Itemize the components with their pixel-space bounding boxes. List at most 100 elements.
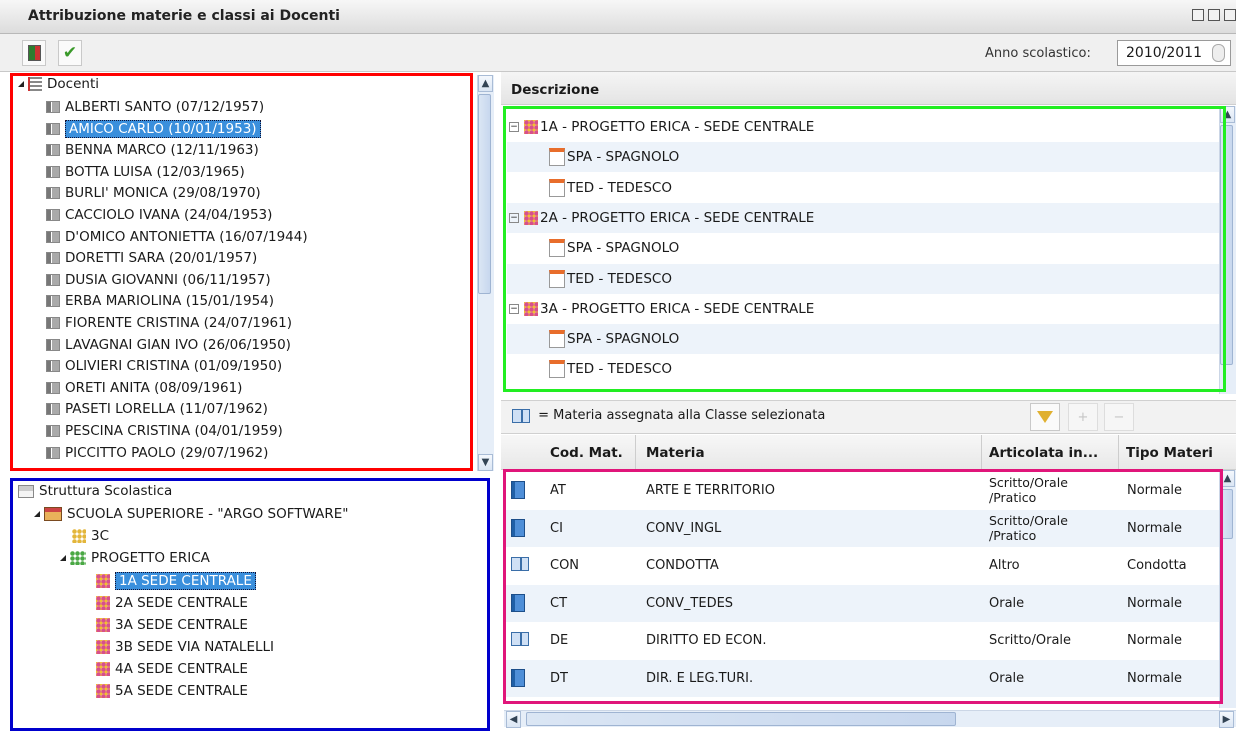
cell-cod-mat: CT — [550, 595, 568, 611]
cell-articolata: Scritto/Orale /Pratico — [989, 512, 1068, 543]
docenti-root[interactable]: Docenti — [18, 73, 99, 95]
docente-item[interactable]: PASETI LORELLA (11/07/1962) — [46, 398, 268, 420]
descrizione-materia-row[interactable]: TED - TEDESCO — [507, 354, 1219, 384]
docente-item[interactable]: DUSIA GIOVANNI (06/11/1957) — [46, 269, 271, 291]
table-row[interactable]: DT DIR. E LEG.TURI. Orale Normale — [505, 659, 1219, 697]
table-row[interactable]: CI CONV_INGL Scritto/Orale /Pratico Normale — [505, 509, 1219, 547]
docente-item[interactable]: ALBERTI SANTO (07/12/1957) — [46, 96, 264, 118]
scroll-thumb[interactable] — [526, 712, 956, 726]
docente-item[interactable]: ERBA MARIOLINA (15/01/1954) — [46, 290, 274, 312]
docenti-scrollbar[interactable]: ▲ ▼ — [477, 75, 494, 471]
docente-item[interactable]: BOTTA LUISA (12/03/1965) — [46, 161, 245, 183]
cell-cod-mat: CON — [550, 558, 580, 573]
collapse-icon[interactable] — [18, 81, 24, 87]
descrizione-group-row[interactable]: − 3A - PROGETTO ERICA - SEDE CENTRALE — [507, 294, 1219, 324]
grid-hscrollbar[interactable]: ◀ ▶ — [504, 710, 1236, 728]
docente-item[interactable]: D'OMICO ANTONIETTA (16/07/1944) — [46, 226, 308, 248]
docente-label: PASETI LORELLA (11/07/1962) — [65, 401, 268, 418]
descrizione-header[interactable]: Descrizione — [501, 72, 1236, 105]
docente-item[interactable]: PESCINA CRISTINA (04/01/1959) — [46, 420, 283, 442]
table-row[interactable]: DE DIRITTO ED ECON. Scritto/Orale Normale — [505, 622, 1219, 659]
scroll-up-icon[interactable]: ▲ — [1220, 106, 1235, 123]
descrizione-materia-row[interactable]: SPA - SPAGNOLO — [507, 324, 1219, 355]
anno-spinner-icon[interactable] — [1212, 44, 1225, 62]
docente-item[interactable]: PICCITTO PAOLO (29/07/1962) — [46, 442, 268, 464]
descrizione-group-row[interactable]: − 1A - PROGETTO ERICA - SEDE CENTRALE — [507, 112, 1219, 142]
docente-label: BOTTA LUISA (12/03/1965) — [65, 163, 245, 180]
docente-item[interactable]: OLIVIERI CRISTINA (01/09/1950) — [46, 355, 282, 377]
docente-item[interactable]: DORETTI SARA (20/01/1957) — [46, 247, 257, 269]
close-icon[interactable] — [1224, 9, 1236, 21]
descrizione-materia-row[interactable]: TED - TEDESCO — [507, 173, 1219, 203]
book-icon — [511, 631, 529, 646]
class-icon — [524, 301, 538, 316]
class-node-3c[interactable]: 3C — [72, 525, 109, 547]
scroll-left-icon[interactable]: ◀ — [506, 711, 521, 728]
person-card-icon — [46, 317, 60, 329]
descrizione-scrollbar[interactable]: ▲ — [1219, 106, 1236, 394]
scroll-up-icon[interactable]: ▲ — [1220, 470, 1235, 487]
col-materia[interactable]: Materia — [646, 445, 705, 461]
docente-item[interactable]: AMICO CARLO (10/01/1953) — [46, 118, 261, 140]
school-node[interactable]: SCUOLA SUPERIORE - "ARGO SOFTWARE" — [34, 503, 348, 525]
scroll-down-icon[interactable]: ▼ — [478, 454, 493, 471]
scroll-up-icon[interactable]: ▲ — [478, 75, 493, 92]
docente-item[interactable]: BENNA MARCO (12/11/1963) — [46, 139, 259, 161]
docente-item[interactable]: CACCIOLO IVANA (24/04/1953) — [46, 204, 272, 226]
cell-materia: CONV_TEDES — [646, 595, 734, 611]
scroll-thumb[interactable] — [1220, 489, 1233, 539]
collapse-icon[interactable] — [60, 555, 66, 561]
person-card-icon — [46, 425, 60, 437]
collapse-icon[interactable]: − — [509, 122, 519, 132]
class-node[interactable]: 3B SEDE VIA NATALELLI — [96, 636, 274, 658]
cell-materia: DIR. E LEG.TURI. — [646, 670, 754, 686]
descrizione-materia-row[interactable]: TED - TEDESCO — [507, 263, 1219, 294]
confirm-button[interactable]: ✔ — [58, 40, 82, 66]
col-articolata[interactable]: Articolata in... — [989, 445, 1098, 461]
subject-doc-icon — [549, 148, 565, 167]
cell-articolata: Scritto/Orale /Pratico — [989, 475, 1068, 505]
class-icon — [96, 640, 110, 654]
descrizione-materia-row[interactable]: SPA - SPAGNOLO — [507, 142, 1219, 173]
grid-scrollbar[interactable]: ▲ — [1219, 470, 1236, 708]
collapse-icon[interactable]: − — [509, 212, 519, 223]
docente-item[interactable]: FIORENTE CRISTINA (24/07/1961) — [46, 312, 292, 334]
docente-item[interactable]: LAVAGNAI GIAN IVO (26/06/1950) — [46, 334, 291, 356]
docente-item[interactable]: ORETI ANITA (08/09/1961) — [46, 377, 242, 399]
remove-button[interactable]: − — [1104, 403, 1134, 431]
class-node[interactable]: 3A SEDE CENTRALE — [96, 614, 248, 636]
descrizione-group-row[interactable]: − 2A - PROGETTO ERICA - SEDE CENTRALE — [507, 202, 1219, 233]
scroll-thumb[interactable] — [478, 94, 491, 294]
progetto-node[interactable]: PROGETTO ERICA — [60, 547, 210, 569]
maximize-icon[interactable] — [1208, 9, 1220, 21]
collapse-icon[interactable] — [34, 511, 40, 517]
table-row[interactable]: CT CONV_TEDES Orale Normale — [505, 584, 1219, 622]
minimize-icon[interactable] — [1192, 9, 1204, 21]
class-node[interactable]: 5A SEDE CENTRALE — [96, 680, 248, 702]
binder-icon — [511, 593, 525, 612]
docente-label: LAVAGNAI GIAN IVO (26/06/1950) — [65, 336, 291, 353]
class-label: 3A SEDE CENTRALE — [115, 617, 248, 633]
collapse-icon[interactable]: − — [509, 303, 519, 314]
class-node[interactable]: 2A SEDE CENTRALE — [96, 592, 248, 614]
class-node[interactable]: 1A SEDE CENTRALE — [96, 570, 256, 592]
col-tipo-materia[interactable]: Tipo Materi — [1126, 445, 1213, 461]
filter-button[interactable] — [1030, 403, 1060, 431]
exit-button[interactable] — [22, 40, 46, 66]
scroll-thumb[interactable] — [1220, 125, 1233, 365]
person-card-icon — [46, 360, 60, 373]
struttura-root[interactable]: Struttura Scolastica — [18, 480, 172, 502]
add-button[interactable]: + — [1068, 403, 1098, 431]
person-card-icon — [46, 230, 60, 243]
scroll-right-icon[interactable]: ▶ — [1219, 711, 1234, 728]
class-node[interactable]: 4A SEDE CENTRALE — [96, 658, 248, 680]
docente-label: ERBA MARIOLINA (15/01/1954) — [65, 293, 275, 310]
materia-label: SPA - SPAGNOLO — [567, 331, 680, 348]
col-cod-mat[interactable]: Cod. Mat. — [550, 445, 623, 461]
group-label: 2A - PROGETTO ERICA - SEDE CENTRALE — [540, 209, 815, 226]
descrizione-materia-row[interactable]: SPA - SPAGNOLO — [507, 233, 1219, 263]
table-row[interactable]: CON CONDOTTA Altro Condotta — [505, 547, 1219, 584]
table-row[interactable]: AT ARTE E TERRITORIO Scritto/Orale /Pratic… — [505, 472, 1219, 509]
materia-label: TED - TEDESCO — [567, 270, 672, 287]
docente-item[interactable]: BURLI' MONICA (29/08/1970) — [46, 182, 261, 204]
